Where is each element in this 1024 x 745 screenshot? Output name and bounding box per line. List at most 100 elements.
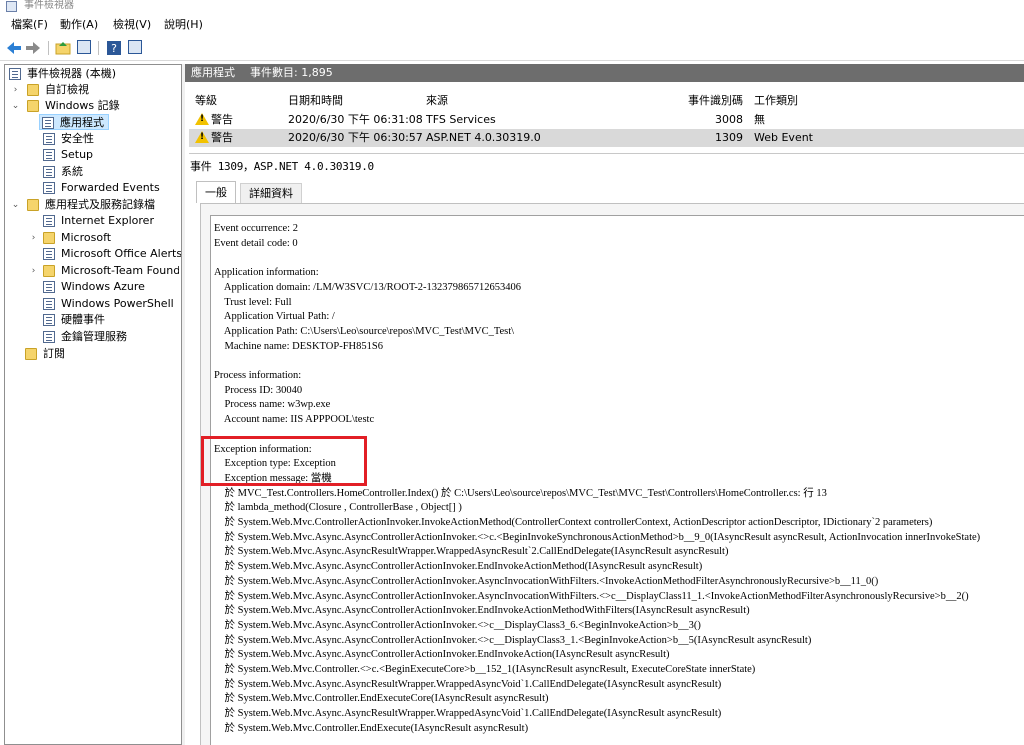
log-header: 應用程式 事件數目: 1,895 [185, 64, 1024, 82]
back-icon[interactable] [6, 40, 22, 56]
chevron-right-icon[interactable]: › [29, 230, 38, 246]
tree-item-forwarded-events[interactable]: Forwarded Events [41, 180, 171, 196]
table-row[interactable]: 警告 2020/6/30 下午 06:31:08 TFS Services 30… [189, 111, 1024, 129]
tree-custom-views-label: 自訂檢視 [45, 83, 89, 96]
log-icon [43, 248, 55, 260]
log-icon [43, 149, 55, 161]
subscriptions-icon [25, 348, 37, 360]
tree-item-label: Microsoft-Team Found [61, 264, 179, 277]
show-panel-icon[interactable] [128, 40, 142, 54]
event-list: 等級 日期和時間 來源 事件識別碼 工作類別 警告 2020/6/30 下午 0… [189, 88, 1024, 148]
row-source: ASP.NET 4.0.30319.0 [426, 131, 541, 144]
folder-icon [27, 100, 39, 112]
column-header-source[interactable]: 來源 [426, 92, 448, 109]
tab-details[interactable]: 詳細資料 [240, 183, 302, 203]
toolbar: ? [0, 36, 1024, 61]
column-header-datetime[interactable]: 日期和時間 [288, 92, 343, 109]
tree-item-security[interactable]: 安全性 [41, 131, 171, 147]
event-description-line: Trust level: Full [214, 296, 292, 308]
tree-item-label: Windows Azure [61, 280, 145, 293]
tree-app-services[interactable]: ⌄ 應用程式及服務記錄檔 [7, 197, 177, 213]
event-description-line: Event occurrence: 2 [214, 223, 298, 234]
tree-item-key-management[interactable]: 金鑰管理服務 [41, 329, 179, 345]
tree-windows-logs-label: Windows 記錄 [45, 99, 120, 112]
chevron-down-icon[interactable]: ⌄ [11, 197, 20, 213]
row-event-id: 3008 [715, 113, 743, 126]
menu-view[interactable]: 檢視(V) [113, 17, 151, 32]
row-level: 警告 [211, 131, 233, 144]
log-icon [43, 331, 55, 343]
event-description-line: 於 System.Web.Mvc.Async.AsyncResultWrappe… [214, 546, 729, 558]
event-description-line: Event detail code: 0 [214, 237, 298, 249]
tree-item-setup[interactable]: Setup [41, 147, 171, 163]
row-datetime: 2020/6/30 下午 06:30:57 [288, 131, 423, 144]
tree-subscriptions[interactable]: 訂閱 [23, 346, 173, 362]
folder-icon [27, 199, 39, 211]
tree-item-windows-powershell[interactable]: Windows PowerShell [41, 296, 179, 312]
tree-subscriptions-label: 訂閱 [43, 347, 65, 360]
console-tree: 事件檢視器 (本機) › 自訂檢視 ⌄ Windows 記錄 應用程式 安全性 … [4, 64, 182, 745]
svg-text:?: ? [111, 42, 117, 55]
event-description-line: 於 System.Web.Mvc.Async.AsyncControllerAc… [214, 634, 812, 646]
tree-windows-logs[interactable]: ⌄ Windows 記錄 [7, 98, 177, 114]
tree-item-microsoft[interactable]: › Microsoft [25, 230, 179, 246]
tree-item-office-alerts[interactable]: Microsoft Office Alerts [41, 246, 182, 262]
tree-item-label: 應用程式 [60, 116, 104, 129]
menu-action[interactable]: 動作(A) [60, 17, 98, 32]
up-folder-icon[interactable] [55, 40, 71, 56]
event-description-line: 於 System.Web.Mvc.Async.AsyncControllerAc… [214, 605, 750, 617]
folder-icon [43, 232, 55, 244]
tree-item-internet-explorer[interactable]: Internet Explorer [41, 213, 179, 229]
row-category: Web Event [754, 131, 813, 144]
event-viewer-app-icon [6, 1, 17, 12]
log-icon [43, 314, 55, 326]
event-description-line: 於 System.Web.Mvc.Async.AsyncControllerAc… [214, 575, 879, 587]
row-level: 警告 [211, 113, 233, 126]
log-icon [43, 182, 55, 194]
tree-item-team-found[interactable]: › Microsoft-Team Found [25, 263, 179, 279]
tree-item-application[interactable]: 應用程式 [39, 114, 109, 130]
log-icon [43, 133, 55, 145]
chevron-down-icon[interactable]: ⌄ [11, 98, 20, 114]
tree-app-services-label: 應用程式及服務記錄檔 [45, 198, 155, 211]
event-description-line: 於 System.Web.Mvc.Controller.EndExecuteCo… [214, 693, 549, 705]
tab-general[interactable]: 一般 [196, 181, 236, 203]
log-icon [43, 166, 55, 178]
event-description-line: 於 System.Web.Mvc.ControllerActionInvoker… [214, 517, 933, 528]
help-icon[interactable]: ? [106, 40, 122, 56]
console-tree-icon[interactable] [77, 40, 91, 54]
tree-root[interactable]: 事件檢視器 (本機) [7, 66, 177, 82]
folder-icon [43, 265, 55, 277]
tree-item-label: 金鑰管理服務 [61, 330, 127, 343]
tree-item-label: Windows PowerShell [61, 297, 174, 310]
column-header-category[interactable]: 工作類別 [754, 92, 798, 109]
event-description-line: Application Virtual Path: / [214, 311, 335, 323]
event-description-line: Process information: [214, 370, 302, 381]
tree-item-label: Microsoft [61, 231, 112, 244]
tree-item-hardware-events[interactable]: 硬體事件 [41, 312, 179, 328]
row-datetime: 2020/6/30 下午 06:31:08 [288, 113, 423, 126]
event-description-line: Application information: [214, 267, 319, 279]
tree-item-label: 安全性 [61, 132, 94, 145]
tree-custom-views[interactable]: › 自訂檢視 [7, 82, 177, 98]
folder-icon [27, 84, 39, 96]
chevron-right-icon[interactable]: › [11, 82, 20, 98]
menu-help[interactable]: 說明(H) [164, 17, 203, 32]
tree-item-label: Forwarded Events [61, 181, 160, 194]
toolbar-separator [48, 41, 49, 55]
tree-item-label: 硬體事件 [61, 313, 105, 326]
column-header-event-id[interactable]: 事件識別碼 [688, 92, 743, 109]
menu-file[interactable]: 檔案(F) [11, 17, 48, 32]
chevron-right-icon[interactable]: › [29, 263, 38, 279]
table-row[interactable]: 警告 2020/6/30 下午 06:30:57 ASP.NET 4.0.303… [189, 129, 1024, 147]
tree-item-label: Internet Explorer [61, 214, 154, 227]
forward-icon[interactable] [25, 40, 41, 56]
event-description-line: 於 System.Web.Mvc.Async.AsyncResultWrappe… [214, 708, 722, 720]
tree-item-windows-azure[interactable]: Windows Azure [41, 279, 179, 295]
event-description-line: Machine name: DESKTOP-FH851S6 [214, 340, 383, 352]
column-header-level[interactable]: 等級 [195, 92, 217, 109]
tree-item-system[interactable]: 系統 [41, 164, 171, 180]
tree-item-label: Setup [61, 148, 94, 161]
warning-icon [195, 113, 209, 125]
pane-splitter[interactable] [181, 64, 185, 745]
